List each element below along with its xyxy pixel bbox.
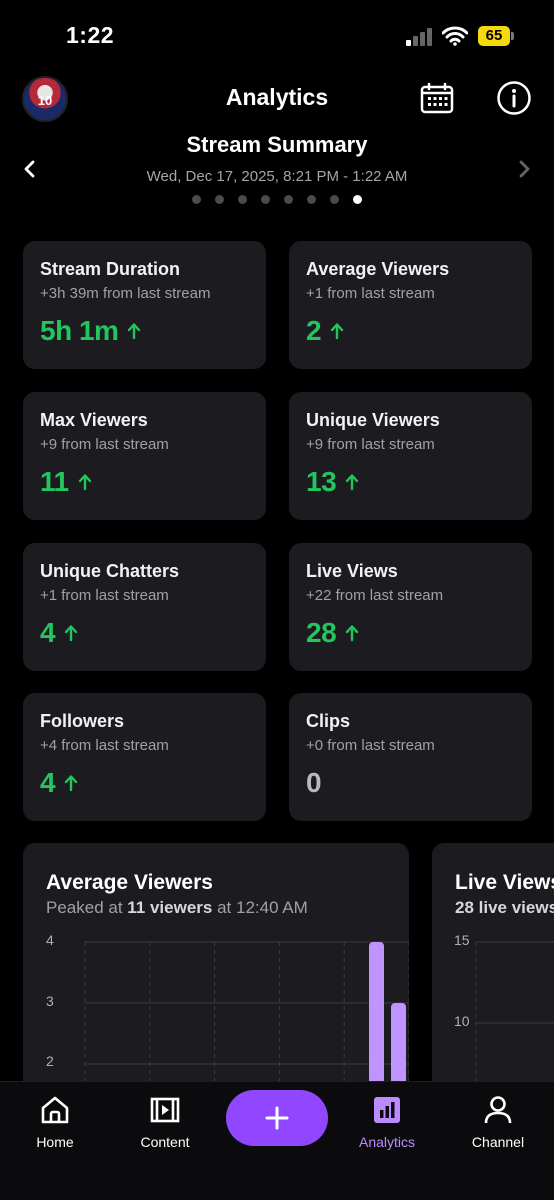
status-bar: 1:22 65 <box>0 0 554 72</box>
next-stream-chevron-icon[interactable] <box>514 158 534 180</box>
stat-value: 4 <box>40 767 56 798</box>
stat-card-max-viewers[interactable]: Max Viewers +9 from last stream 11 <box>23 392 266 520</box>
stat-card-unique-viewers[interactable]: Unique Viewers +9 from last stream 13 <box>289 392 532 520</box>
stat-label: Unique Viewers <box>306 410 440 430</box>
stat-change: +0 from last stream <box>306 737 435 754</box>
y-tick-label: 4 <box>46 932 54 948</box>
tab-label: Channel <box>471 1134 525 1150</box>
wifi-icon <box>442 26 468 46</box>
arrow-up-icon <box>345 474 359 491</box>
page-dot[interactable] <box>284 195 293 204</box>
tab-analytics[interactable]: Analytics <box>337 1082 437 1162</box>
tab-label: Analytics <box>358 1134 416 1150</box>
summary-date-range: Wed, Dec 17, 2025, 8:21 PM - 1:22 AM <box>146 168 408 185</box>
status-time: 1:22 <box>66 22 115 48</box>
stat-label: Average Viewers <box>306 259 450 279</box>
chart-subtitle: 28 live views <box>455 898 554 917</box>
page-indicator[interactable] <box>0 195 554 204</box>
stat-label: Followers <box>40 711 125 731</box>
stat-change: +9 from last stream <box>306 436 435 453</box>
tab-content[interactable]: Content <box>115 1082 215 1162</box>
page-dot[interactable] <box>353 195 362 204</box>
stat-label: Unique Chatters <box>40 561 180 581</box>
stat-label: Stream Duration <box>40 259 181 279</box>
stat-card-clips[interactable]: Clips +0 from last stream 0 <box>289 693 532 821</box>
arrow-up-icon <box>345 625 359 642</box>
stat-label: Clips <box>306 711 351 731</box>
stat-label: Max Viewers <box>40 410 148 430</box>
tab-home[interactable]: Home <box>5 1082 105 1162</box>
stat-value: 2 <box>306 315 322 346</box>
stat-value: 4 <box>40 617 56 648</box>
y-tick-label: 3 <box>46 993 54 1009</box>
stat-change: +3h 39m from last stream <box>40 285 211 302</box>
stat-change: +9 from last stream <box>40 436 169 453</box>
y-tick-label: 2 <box>46 1053 54 1069</box>
stat-change: +22 from last stream <box>306 587 444 604</box>
summary-title: Stream Summary <box>186 132 368 157</box>
user-icon <box>484 1096 512 1124</box>
info-icon[interactable] <box>496 80 532 116</box>
stat-value: 0 <box>306 767 322 798</box>
battery-level: 65 <box>478 26 510 46</box>
arrow-up-icon <box>64 625 78 642</box>
content-icon <box>150 1097 180 1123</box>
bottom-tab-bar: Home Content Analytics Channel <box>0 1081 554 1200</box>
page-dot[interactable] <box>192 195 201 204</box>
stat-value: 28 <box>306 617 337 648</box>
page-title: Analytics <box>225 84 329 110</box>
tab-channel[interactable]: Channel <box>448 1082 548 1162</box>
arrow-up-icon <box>330 323 344 340</box>
chart-title: Live Views <box>455 871 554 894</box>
tab-label: Home <box>36 1134 74 1150</box>
stat-card-stream-duration[interactable]: Stream Duration +3h 39m from last stream 5… <box>23 241 266 369</box>
stat-label: Live Views <box>306 561 398 581</box>
stat-card-live-views[interactable]: Live Views +22 from last stream 28 <box>289 543 532 671</box>
arrow-up-icon <box>128 323 141 340</box>
battery-icon: 65 <box>478 26 516 46</box>
arrow-up-icon <box>64 775 78 792</box>
stat-value: 11 <box>40 466 69 497</box>
stat-card-unique-chatters[interactable]: Unique Chatters +1 from last stream 4 <box>23 543 266 671</box>
analytics-icon <box>374 1097 400 1123</box>
stat-card-average-viewers[interactable]: Average Viewers +1 from last stream 2 <box>289 241 532 369</box>
calendar-icon[interactable] <box>420 82 454 114</box>
home-icon <box>41 1096 69 1124</box>
arrow-up-icon <box>78 474 91 491</box>
stat-change: +1 from last stream <box>306 285 435 302</box>
page-dot[interactable] <box>330 195 339 204</box>
page-dot[interactable] <box>307 195 316 204</box>
page-dot[interactable] <box>238 195 247 204</box>
stat-change: +1 from last stream <box>40 587 169 604</box>
y-tick-label: 15 <box>454 932 470 948</box>
stat-change: +4 from last stream <box>40 737 169 754</box>
stat-card-followers[interactable]: Followers +4 from last stream 4 <box>23 693 266 821</box>
stat-value: 13 <box>306 466 337 497</box>
chart-subtitle: Peaked at 11 viewers at 12:40 AM <box>46 898 308 917</box>
y-tick-label: 10 <box>454 1013 470 1029</box>
page-dot[interactable] <box>215 195 224 204</box>
tab-label: Content <box>140 1134 190 1150</box>
stat-value: 5h 1m <box>40 315 119 346</box>
page-dot[interactable] <box>261 195 270 204</box>
create-button[interactable] <box>226 1090 328 1146</box>
chart-title: Average Viewers <box>46 871 213 894</box>
plus-icon <box>265 1106 289 1130</box>
cellular-signal-icon <box>406 28 434 46</box>
